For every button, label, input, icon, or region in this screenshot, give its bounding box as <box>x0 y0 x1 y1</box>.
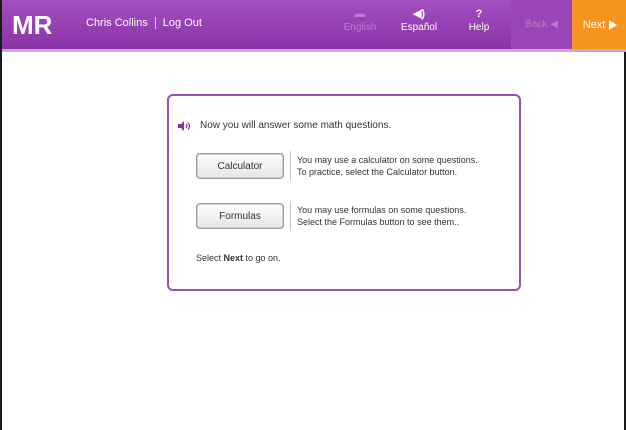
calculator-desc-line1: You may use a calculator on some questio… <box>297 155 478 165</box>
next-label: Next <box>582 18 606 31</box>
user-area: Chris Collins Log Out <box>86 17 202 29</box>
calculator-button[interactable]: Calculator <box>196 153 284 179</box>
divider <box>290 201 291 231</box>
help-icon: ? <box>475 8 483 20</box>
next-button[interactable]: Next <box>572 0 626 49</box>
formulas-row: Formulas You may use formulas on some qu… <box>196 201 507 231</box>
language-english-button: ▬ English <box>335 7 385 33</box>
app-frame: MR Chris Collins Log Out ▬ English ◀) Es… <box>0 0 626 430</box>
calculator-description: You may use a calculator on some questio… <box>297 154 507 178</box>
translate-icon: ▬ <box>354 8 366 20</box>
next-arrow-icon <box>609 19 618 30</box>
formulas-button[interactable]: Formulas <box>196 203 284 229</box>
intro-line: Now you will answer some math questions. <box>178 120 391 131</box>
finish-bold: Next <box>223 253 244 263</box>
speaker-icon: ◀) <box>412 8 426 20</box>
svg-text:MR: MR <box>12 10 52 39</box>
intro-text: Now you will answer some math questions. <box>200 120 392 131</box>
finish-suffix: to go on. <box>243 253 281 263</box>
back-arrow-icon: ◀ <box>550 19 558 30</box>
finish-prefix: Select <box>196 253 224 263</box>
read-aloud-speaker-icon[interactable] <box>178 120 192 131</box>
help-button[interactable]: ? Help <box>454 7 504 33</box>
user-name: Chris Collins <box>86 17 148 29</box>
language-spanish-button[interactable]: ◀) Español <box>394 7 444 33</box>
divider <box>154 17 156 29</box>
spanish-label: Español <box>400 22 438 33</box>
help-label: Help <box>468 22 490 33</box>
back-label: Back <box>525 19 548 30</box>
formulas-description: You may use formulas on some questions. … <box>297 204 507 228</box>
intro-dialog: Now you will answer some math questions.… <box>167 94 521 291</box>
logout-link[interactable]: Log Out <box>163 17 202 29</box>
mr-logo: MR <box>12 10 52 39</box>
calculator-desc-line2: To practice, select the Calculator butto… <box>297 167 458 177</box>
formulas-desc-line1: You may use formulas on some questions. <box>297 205 467 215</box>
finish-instruction: Select Next to go on. <box>196 253 281 263</box>
header-underline <box>2 49 626 52</box>
calculator-row: Calculator You may use a calculator on s… <box>196 151 507 181</box>
formulas-desc-line2: Select the Formulas button to see them.. <box>297 217 460 227</box>
divider <box>290 151 291 181</box>
english-label: English <box>343 22 377 33</box>
top-bar: MR Chris Collins Log Out ▬ English ◀) Es… <box>2 0 626 49</box>
back-button: Back ◀ <box>511 0 572 49</box>
